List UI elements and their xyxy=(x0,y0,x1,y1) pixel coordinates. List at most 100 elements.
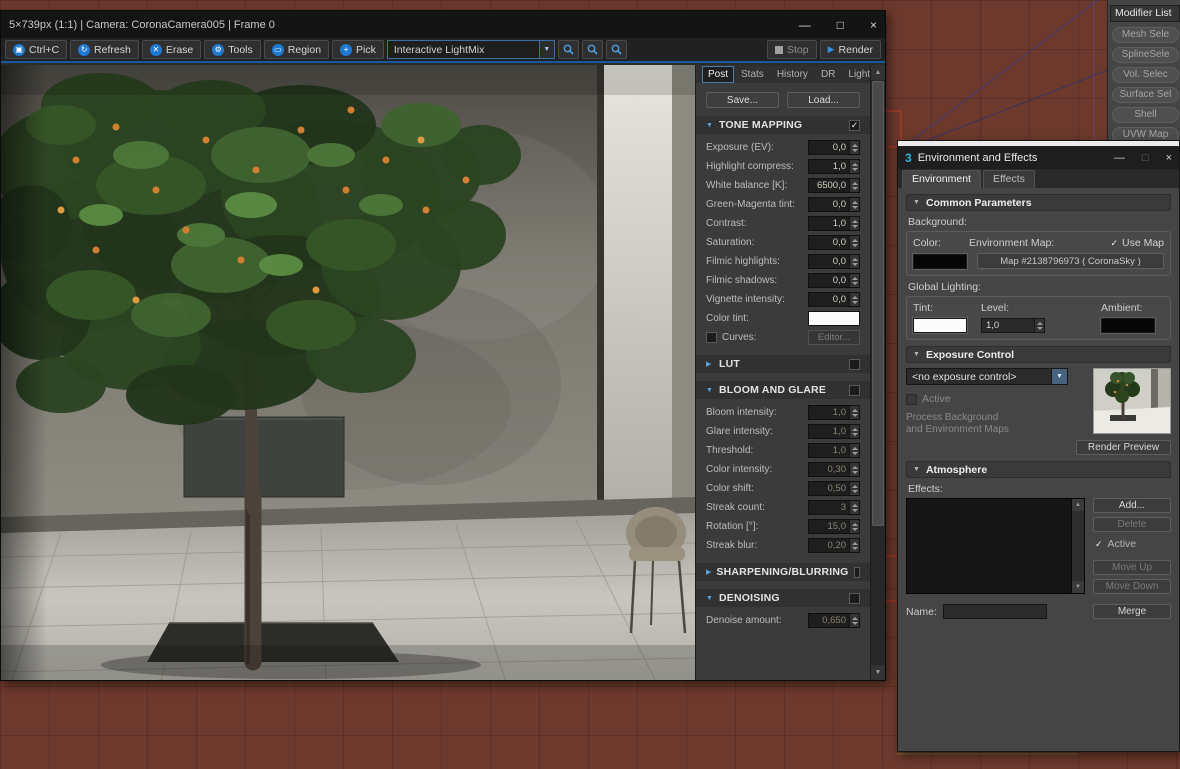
spinner[interactable] xyxy=(849,501,859,514)
vignette-field[interactable]: 0,0 xyxy=(808,292,860,307)
curves-checkbox[interactable] xyxy=(706,332,717,343)
spinner[interactable] xyxy=(849,198,859,211)
tab-effects[interactable]: Effects xyxy=(982,170,1035,188)
contrast-field[interactable]: 1,0 xyxy=(808,216,860,231)
bloom-intensity-field[interactable]: 1,0 xyxy=(808,405,860,420)
spinner[interactable] xyxy=(849,614,859,627)
spinner[interactable] xyxy=(849,539,859,552)
ambient-color-swatch[interactable] xyxy=(1100,317,1156,334)
section-header-tone-mapping[interactable]: ▼ TONE MAPPING ✓ xyxy=(696,116,870,134)
lut-checkbox[interactable] xyxy=(849,358,860,370)
add-effect-button[interactable]: Add... xyxy=(1093,498,1171,513)
color-intensity-field[interactable]: 0,30 xyxy=(808,462,860,477)
zoom-reset-button[interactable] xyxy=(581,40,603,59)
close-button[interactable]: × xyxy=(870,18,877,32)
color-shift-field[interactable]: 0,50 xyxy=(808,481,860,496)
tab-dr[interactable]: DR xyxy=(815,66,841,83)
pick-button[interactable]: + Pick xyxy=(332,40,384,59)
denoise-amount-field[interactable]: 0,650 xyxy=(808,613,860,628)
rollout-common-parameters[interactable]: ▼ Common Parameters xyxy=(906,194,1171,211)
glare-intensity-field[interactable]: 1,0 xyxy=(808,424,860,439)
background-color-swatch[interactable] xyxy=(912,252,968,270)
list-scrollbar[interactable]: ▲ ▼ xyxy=(1071,499,1084,593)
render-preview-button[interactable]: Render Preview xyxy=(1076,440,1171,455)
vfb-titlebar[interactable]: 5×739px (1:1) | Camera: CoronaCamera005 … xyxy=(1,11,885,38)
tab-environment[interactable]: Environment xyxy=(902,170,981,188)
filmic-shadows-field[interactable]: 0,0 xyxy=(808,273,860,288)
panel-scrollbar[interactable]: ▲ ▼ xyxy=(870,65,885,680)
rotation-field[interactable]: 15,0 xyxy=(808,519,860,534)
scroll-down-icon[interactable]: ▼ xyxy=(871,665,885,680)
rollout-exposure-control[interactable]: ▼ Exposure Control xyxy=(906,346,1171,363)
spinner[interactable] xyxy=(849,444,859,457)
spinner[interactable] xyxy=(849,141,859,154)
scroll-up-icon[interactable]: ▲ xyxy=(1072,499,1084,511)
spinner[interactable] xyxy=(849,217,859,230)
green-magenta-field[interactable]: 0,0 xyxy=(808,197,860,212)
modifier-list-dropdown[interactable]: Modifier List xyxy=(1110,5,1180,22)
tab-post[interactable]: Post xyxy=(702,66,735,83)
zoom-in-button[interactable] xyxy=(605,40,627,59)
spinner[interactable] xyxy=(849,274,859,287)
spinner[interactable] xyxy=(849,425,859,438)
merge-button[interactable]: Merge xyxy=(1093,604,1171,619)
spinner[interactable] xyxy=(849,406,859,419)
white-balance-field[interactable]: 6500,0 xyxy=(808,178,860,193)
tab-lightmix[interactable]: LightMix xyxy=(842,66,870,83)
modifier-button-shell[interactable]: Shell xyxy=(1112,107,1179,123)
highlight-compress-field[interactable]: 1,0 xyxy=(808,159,860,174)
spinner[interactable] xyxy=(849,482,859,495)
load-button[interactable]: Load... xyxy=(787,92,860,108)
exposure-field[interactable]: 0,0 xyxy=(808,140,860,155)
spinner[interactable] xyxy=(849,463,859,476)
tab-history[interactable]: History xyxy=(771,66,814,83)
exposure-control-dropdown[interactable]: <no exposure control> ▼ xyxy=(906,368,1068,385)
save-button[interactable]: Save... xyxy=(706,92,779,108)
effect-active-checkbox[interactable]: ✓ Active xyxy=(1095,538,1171,550)
render-button[interactable]: ▶ Render xyxy=(819,40,881,59)
modifier-button-surface-select[interactable]: Surface Sel xyxy=(1112,87,1179,103)
copy-button[interactable]: ▣ Ctrl+C xyxy=(5,40,68,59)
close-button[interactable]: × xyxy=(1166,152,1172,164)
rollout-atmosphere[interactable]: ▼ Atmosphere xyxy=(906,461,1171,478)
level-spinner-field[interactable]: 1,0 xyxy=(981,318,1045,333)
color-tint-swatch[interactable] xyxy=(808,311,860,326)
region-button[interactable]: ▭ Region xyxy=(263,40,330,59)
effect-name-input[interactable] xyxy=(942,604,1047,619)
maximize-button[interactable]: □ xyxy=(837,18,844,32)
modifier-button-vol-select[interactable]: Vol. Selec xyxy=(1112,67,1179,83)
spinner[interactable] xyxy=(849,520,859,533)
tint-color-swatch[interactable] xyxy=(912,317,968,334)
streak-blur-field[interactable]: 0,20 xyxy=(808,538,860,553)
streak-count-field[interactable]: 3 xyxy=(808,500,860,515)
scroll-down-icon[interactable]: ▼ xyxy=(1072,581,1084,593)
erase-button[interactable]: ✕ Erase xyxy=(141,40,202,59)
minimize-button[interactable]: — xyxy=(799,18,811,32)
minimize-button[interactable]: — xyxy=(1114,152,1125,164)
scrollbar-thumb[interactable] xyxy=(872,81,884,526)
filmic-highlights-field[interactable]: 0,0 xyxy=(808,254,860,269)
spinner[interactable] xyxy=(849,160,859,173)
use-map-checkbox[interactable]: ✓ Use Map xyxy=(1110,237,1164,249)
tools-button[interactable]: ⚙ Tools xyxy=(204,40,261,59)
bloom-glare-checkbox[interactable] xyxy=(849,384,860,396)
environment-map-button[interactable]: Map #2138796973 ( CoronaSky ) xyxy=(977,253,1164,269)
sharpening-checkbox[interactable] xyxy=(853,566,860,578)
render-viewport[interactable] xyxy=(1,65,695,680)
section-header-lut[interactable]: ▶ LUT xyxy=(696,355,870,373)
dialog-titlebar[interactable]: 3 Environment and Effects — □ × xyxy=(898,146,1179,169)
section-header-denoising[interactable]: ▼ DENOISING xyxy=(696,589,870,607)
tone-mapping-checkbox[interactable]: ✓ xyxy=(849,119,860,131)
lightmix-mode-dropdown[interactable]: Interactive LightMix ▼ xyxy=(386,40,555,59)
saturation-field[interactable]: 0,0 xyxy=(808,235,860,250)
tab-stats[interactable]: Stats xyxy=(735,66,770,83)
effects-list[interactable]: ▲ ▼ xyxy=(906,498,1085,594)
spinner[interactable] xyxy=(849,255,859,268)
scroll-up-icon[interactable]: ▲ xyxy=(871,65,885,80)
refresh-button[interactable]: ↻ Refresh xyxy=(70,40,139,59)
section-header-bloom-glare[interactable]: ▼ BLOOM AND GLARE xyxy=(696,381,870,399)
denoising-checkbox[interactable] xyxy=(849,592,860,604)
threshold-field[interactable]: 1,0 xyxy=(808,443,860,458)
modifier-button-spline-select[interactable]: SplineSele xyxy=(1112,47,1179,63)
modifier-button-mesh-select[interactable]: Mesh Sele xyxy=(1112,27,1179,43)
